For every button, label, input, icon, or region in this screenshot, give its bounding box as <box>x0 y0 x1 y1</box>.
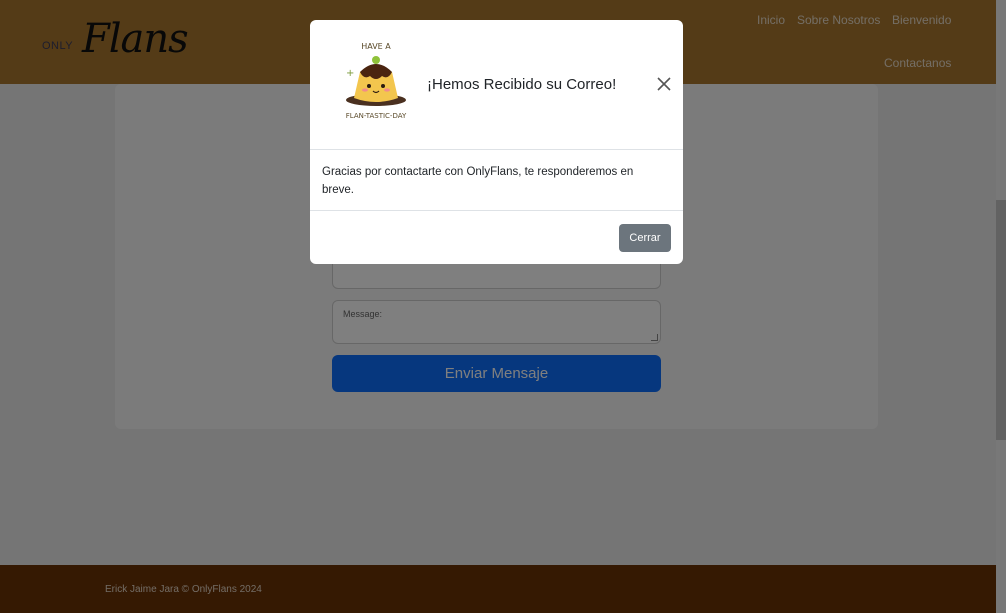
confirmation-modal: HAVE A + FLAN-TASTIC-DAY ¡Hemos Recibido… <box>310 20 683 264</box>
image-caption-top: HAVE A <box>361 42 391 51</box>
modal-header: HAVE A + FLAN-TASTIC-DAY ¡Hemos Recibido… <box>310 20 683 150</box>
flan-illustration: HAVE A + FLAN-TASTIC-DAY <box>346 42 407 120</box>
modal-footer: Cerrar <box>310 210 683 264</box>
modal-title: ¡Hemos Recibido su Correo! <box>427 76 617 93</box>
close-modal-button[interactable]: Cerrar <box>619 224 671 252</box>
close-icon[interactable] <box>656 76 672 92</box>
modal-body-text: Gracias por contactarte con OnlyFlans, t… <box>322 166 634 196</box>
sparkle-icon: + <box>346 68 354 79</box>
image-caption-bottom: FLAN-TASTIC-DAY <box>346 112 407 120</box>
